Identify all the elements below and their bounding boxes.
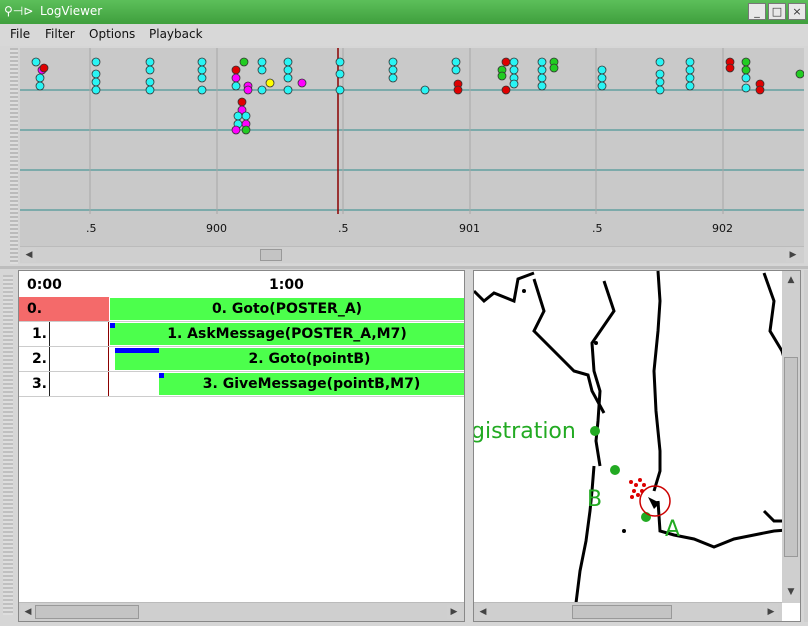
menu-filter[interactable]: Filter: [45, 27, 75, 41]
task-index: 3.: [31, 376, 47, 392]
tick-label: 900: [206, 222, 227, 235]
map-label: gistration: [473, 419, 576, 444]
timeline-canvas[interactable]: [20, 48, 804, 246]
scroll-right-arrow-icon[interactable]: ▶: [786, 248, 800, 262]
menu-playback[interactable]: Playback: [149, 27, 203, 41]
menu-file[interactable]: File: [10, 27, 30, 41]
scroll-thumb[interactable]: [784, 357, 798, 557]
timeline-scrollbar[interactable]: ◀ ▶: [20, 246, 804, 263]
maximize-button[interactable]: □: [768, 3, 786, 20]
scroll-right-arrow-icon[interactable]: ▶: [447, 605, 461, 619]
window-titlebar: ⚲⊣⊳ LogViewer _ □ ×: [0, 0, 808, 24]
progress-marker: [110, 323, 115, 328]
task-row[interactable]: 0. 0. Goto(POSTER_A): [19, 297, 464, 322]
scroll-right-arrow-icon[interactable]: ▶: [764, 605, 778, 619]
map-label: B: [587, 487, 603, 512]
left-splitter-handle[interactable]: [3, 275, 13, 615]
scroll-thumb[interactable]: [260, 249, 282, 261]
task-bar: 0. Goto(POSTER_A): [110, 298, 464, 320]
scroll-up-arrow-icon[interactable]: ▲: [784, 273, 798, 287]
task-row[interactable]: 1. 1. AskMessage(POSTER_A,M7): [19, 322, 464, 347]
horizontal-splitter[interactable]: [0, 266, 808, 269]
map-panel[interactable]: gistration B A ▲ ▼ ◀ ▶: [473, 270, 801, 622]
scroll-left-arrow-icon[interactable]: ◀: [476, 605, 490, 619]
tick-label: .5: [592, 222, 603, 235]
task-bar: 1. AskMessage(POSTER_A,M7): [110, 323, 464, 345]
scroll-down-arrow-icon[interactable]: ▼: [784, 585, 798, 599]
map-vertical-scrollbar[interactable]: ▲ ▼: [782, 271, 800, 603]
progress-marker: [159, 373, 164, 378]
waypoint-registration: [590, 426, 600, 436]
task-index: 1.: [31, 326, 47, 342]
task-row[interactable]: 3. 3. GiveMessage(pointB,M7): [19, 372, 464, 397]
close-button[interactable]: ×: [788, 3, 806, 20]
tick-label: 902: [712, 222, 733, 235]
event-timeline[interactable]: .5 900 .5 901 .5 902 ◀ ▶: [10, 48, 804, 264]
scroll-left-arrow-icon[interactable]: ◀: [22, 248, 36, 262]
tick-label: .5: [86, 222, 97, 235]
task-index: 2.: [31, 351, 47, 367]
menu-bar: File Filter Options Playback: [0, 24, 808, 46]
task-bar: 2. Goto(pointB): [115, 348, 464, 370]
task-bar: 3. GiveMessage(pointB,M7): [159, 373, 464, 395]
task-scrollbar[interactable]: ◀ ▶: [19, 602, 464, 621]
progress-marker: [115, 348, 159, 353]
splitter-handle[interactable]: [10, 48, 18, 264]
task-list-panel: 0:00 1:00 0. 0. Goto(POSTER_A) 1. 1. Ask…: [18, 270, 465, 622]
map-label: A: [665, 517, 681, 542]
right-edge: [804, 270, 808, 622]
map-horizontal-scrollbar[interactable]: ◀ ▶: [474, 602, 782, 621]
tick-label: .5: [338, 222, 349, 235]
scroll-left-arrow-icon[interactable]: ◀: [21, 605, 35, 619]
time-start-label: 0:00: [27, 277, 62, 293]
app-icon[interactable]: ⚲⊣⊳: [4, 4, 34, 20]
task-row[interactable]: 2. 2. Goto(pointB): [19, 347, 464, 372]
scroll-thumb[interactable]: [572, 605, 672, 619]
waypoint-b: [610, 465, 620, 475]
task-index: 0.: [19, 297, 109, 321]
time-mid-label: 1:00: [269, 277, 304, 293]
tick-label: 901: [459, 222, 480, 235]
scroll-thumb[interactable]: [35, 605, 139, 619]
window-title: LogViewer: [40, 4, 103, 18]
menu-options[interactable]: Options: [89, 27, 135, 41]
minimize-button[interactable]: _: [748, 3, 766, 20]
